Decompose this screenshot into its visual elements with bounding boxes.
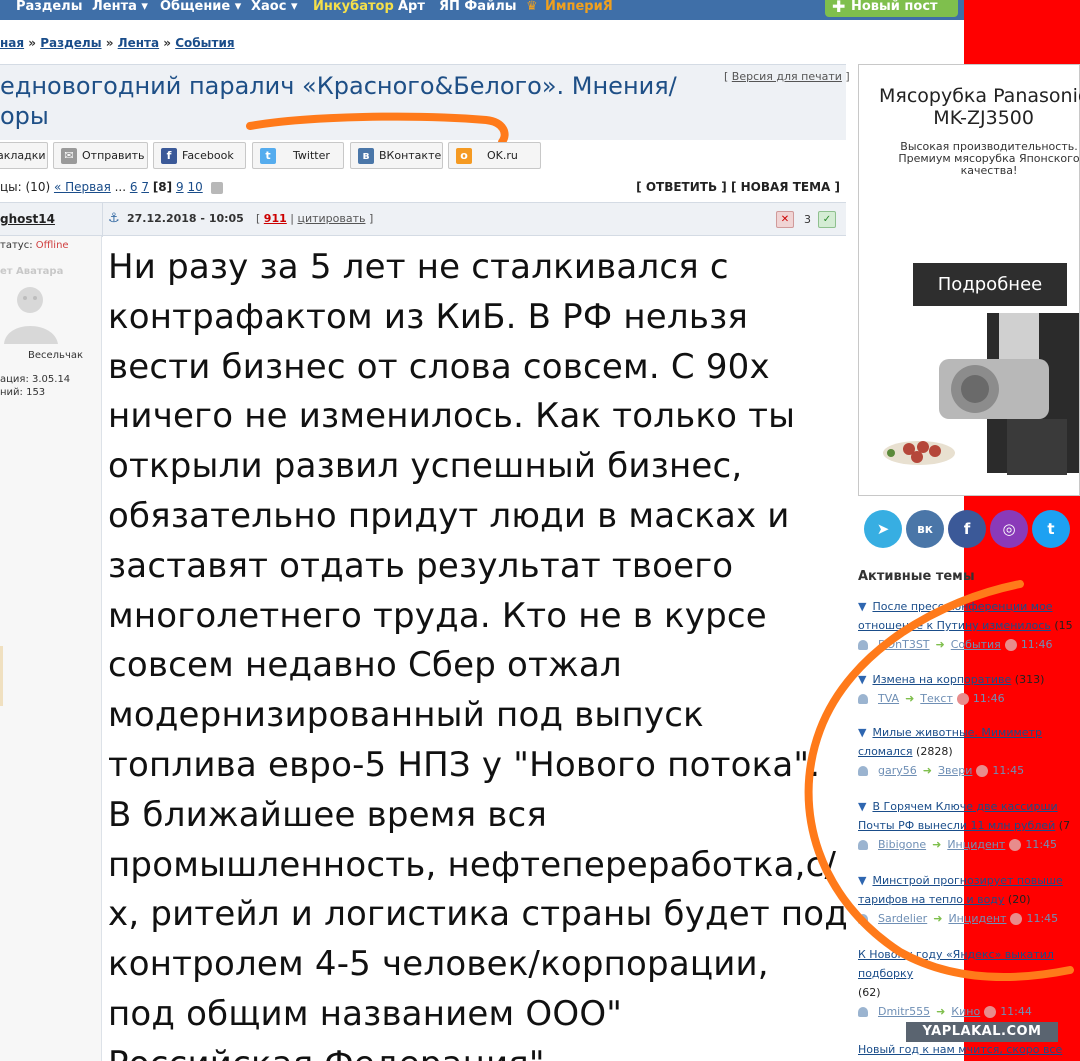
print-version-link[interactable]: Версия для печати xyxy=(732,70,842,83)
instagram-icon[interactable]: ◎ xyxy=(990,510,1028,548)
ok-share-button[interactable]: о OK.ru xyxy=(448,142,541,169)
post-line: многолетнего труда. Кто не в курсе xyxy=(108,595,767,636)
site-watermark: YAPLAKAL.COM xyxy=(906,1022,1058,1042)
page-jump-icon[interactable] xyxy=(210,181,223,194)
vk-icon[interactable]: вк xyxy=(906,510,944,548)
twitter-icon[interactable]: t xyxy=(1032,510,1070,548)
breadcrumb-feed[interactable]: Лента xyxy=(118,36,159,50)
nav-item-art[interactable]: Арт xyxy=(398,0,425,14)
post-line: х, ритейл и логистика страны будет под xyxy=(108,894,849,935)
orange-circle-annotation xyxy=(804,580,1074,981)
side-marker xyxy=(0,646,3,706)
clock-icon xyxy=(984,1006,997,1018)
post-line: обязательно придут люди в масках и xyxy=(108,495,790,536)
nav-item-community[interactable]: Общение ▾ xyxy=(160,0,241,14)
post-line: заставят отдать результат твоего xyxy=(108,545,734,586)
post-line: открыли развил успешный бизнес, xyxy=(108,446,743,487)
crown-icon: ♛ xyxy=(526,0,538,14)
ad-banner[interactable]: Мясорубка Panasonic MK-ZJ3500 Высокая про… xyxy=(858,64,1080,496)
facebook-share-button[interactable]: f Facebook xyxy=(153,142,246,169)
post-author-name[interactable]: ghost14 xyxy=(0,212,55,226)
rating-count: 3 xyxy=(804,213,811,226)
plus-icon: ✚ xyxy=(832,0,846,16)
twitter-icon: t xyxy=(260,148,276,164)
topic-link[interactable]: Новый год к нам мчится, скоро все xyxy=(858,1043,1062,1056)
no-avatar-label: ет Аватара xyxy=(0,266,64,277)
active-topic-item: Новый год к нам мчится, скоро все xyxy=(858,1040,1080,1059)
anchor-icon[interactable]: ⚓ xyxy=(108,211,120,226)
meat-grinder-image xyxy=(883,313,1079,475)
post-body: Ни разу за 5 лет не сталкивался с контра… xyxy=(108,243,848,1061)
new-topic-button[interactable]: [ НОВАЯ ТЕМА ] xyxy=(731,180,840,194)
post-line: совсем недавно Сбер отжал xyxy=(108,645,622,686)
bookmarks-button[interactable]: акладки xyxy=(0,142,48,169)
top-nav-bar: Разделы Лента ▾ Общение ▾ Хаос ▾ Инкубат… xyxy=(0,0,964,20)
pagination-row: цы: (10) « Первая ... 6 7 [8] 9 10 [ ОТВ… xyxy=(0,180,840,194)
breadcrumb-home[interactable]: ная xyxy=(0,36,24,50)
twitter-share-button[interactable]: t Twitter xyxy=(252,142,344,169)
ad-subtitle: Высокая производительность. Премиум мясо… xyxy=(898,140,1080,177)
message-count: ний: 153 xyxy=(0,387,46,398)
new-post-button[interactable]: ✚ Новый пост xyxy=(825,0,958,17)
post-line: модернизированный под выпуск xyxy=(108,695,704,736)
post-meta: [ 911 | цитировать ] xyxy=(256,212,374,225)
envelope-icon: ✉ xyxy=(61,148,77,164)
breadcrumb-events[interactable]: События xyxy=(175,36,234,50)
post-number-link[interactable]: 911 xyxy=(264,212,287,225)
green-arrow-icon: ➜ xyxy=(936,1005,946,1018)
post-line: контролем 4-5 человек/корпорации, xyxy=(108,944,769,985)
pages-count: цы: (10) xyxy=(0,180,51,194)
share-bar: акладки ✉ Отправить f Facebook t Twitter вВ… xyxy=(0,142,846,170)
post-line: Ни разу за 5 лет не сталкивался с xyxy=(108,247,729,287)
nav-item-empire[interactable]: ИмпериЯ xyxy=(545,0,613,14)
user-rank: Весельчак xyxy=(28,350,84,361)
post-line: ничего не изменилось. Как только ты xyxy=(108,396,796,437)
vk-icon: в xyxy=(358,148,374,164)
current-page: [8] xyxy=(152,180,173,194)
send-button[interactable]: ✉ Отправить xyxy=(53,142,148,169)
page-9-link[interactable]: 9 xyxy=(176,180,184,194)
reply-button[interactable]: [ ОТВЕТИТЬ ] xyxy=(636,180,727,194)
page-6-link[interactable]: 6 xyxy=(130,180,138,194)
registration-date: ация: 3.05.14 xyxy=(0,374,71,385)
post-line: Российская Федерация" xyxy=(108,1040,848,1061)
pager-actions: [ ОТВЕТИТЬ ] [ НОВАЯ ТЕМА ] xyxy=(636,180,840,194)
post-line: контрафактом из КиБ. В РФ нельзя xyxy=(108,296,749,337)
page-10-link[interactable]: 10 xyxy=(187,180,202,194)
post-line: промышленность, нефтепереработка,с/ xyxy=(108,844,837,885)
default-avatar[interactable] xyxy=(0,278,70,348)
ad-more-button[interactable]: Подробнее xyxy=(913,263,1067,306)
page-7-link[interactable]: 7 xyxy=(141,180,149,194)
facebook-icon[interactable]: f xyxy=(948,510,986,548)
nav-item-files[interactable]: ЯП Файлы xyxy=(439,0,516,14)
print-version: [ Версия для печати ] xyxy=(724,70,850,83)
vk-share-button[interactable]: в ВКонтакте xyxy=(350,142,443,169)
post-line: В ближайшее время вся xyxy=(108,794,548,835)
post-header-divider xyxy=(102,203,103,237)
author-column: татус: Offline ет Аватара Весельчак ация… xyxy=(0,236,102,1061)
breadcrumb: ная » Разделы » Лента » События xyxy=(0,36,235,50)
telegram-icon[interactable]: ➤ xyxy=(864,510,902,548)
nav-item-feed[interactable]: Лента ▾ xyxy=(92,0,148,14)
ad-title: Мясорубка Panasonic MK-ZJ3500 xyxy=(879,85,1080,129)
post-line: под общим названием ООО" xyxy=(108,993,623,1034)
odnoklassniki-icon: о xyxy=(456,148,472,164)
new-post-label: Новый пост xyxy=(851,0,938,14)
breadcrumb-sections[interactable]: Разделы xyxy=(40,36,101,50)
post-line: топлива евро-5 НПЗ у "Нового потока". xyxy=(108,744,821,785)
social-links: ➤ вк f ◎ t xyxy=(862,510,1080,550)
nav-item-sections[interactable]: Разделы xyxy=(16,0,82,14)
facebook-icon: f xyxy=(161,148,177,164)
user-icon xyxy=(858,1007,868,1017)
thumbs-down-icon[interactable]: ✕ xyxy=(776,211,794,228)
post-line: вести бизнес от слова совсем. С 90х xyxy=(108,346,770,387)
quote-link[interactable]: цитировать xyxy=(297,212,365,225)
nav-item-incubator[interactable]: Инкубатор xyxy=(313,0,394,14)
first-page-link[interactable]: « Первая xyxy=(54,180,111,194)
user-status: татус: Offline xyxy=(0,240,69,251)
post-date: 27.12.2018 - 10:05 xyxy=(127,212,244,225)
nav-item-chaos[interactable]: Хаос ▾ xyxy=(251,0,297,14)
post-header: ghost14 ⚓ 27.12.2018 - 10:05 [ 911 | цит… xyxy=(0,202,846,237)
thumbs-up-icon[interactable]: ✓ xyxy=(818,211,836,228)
